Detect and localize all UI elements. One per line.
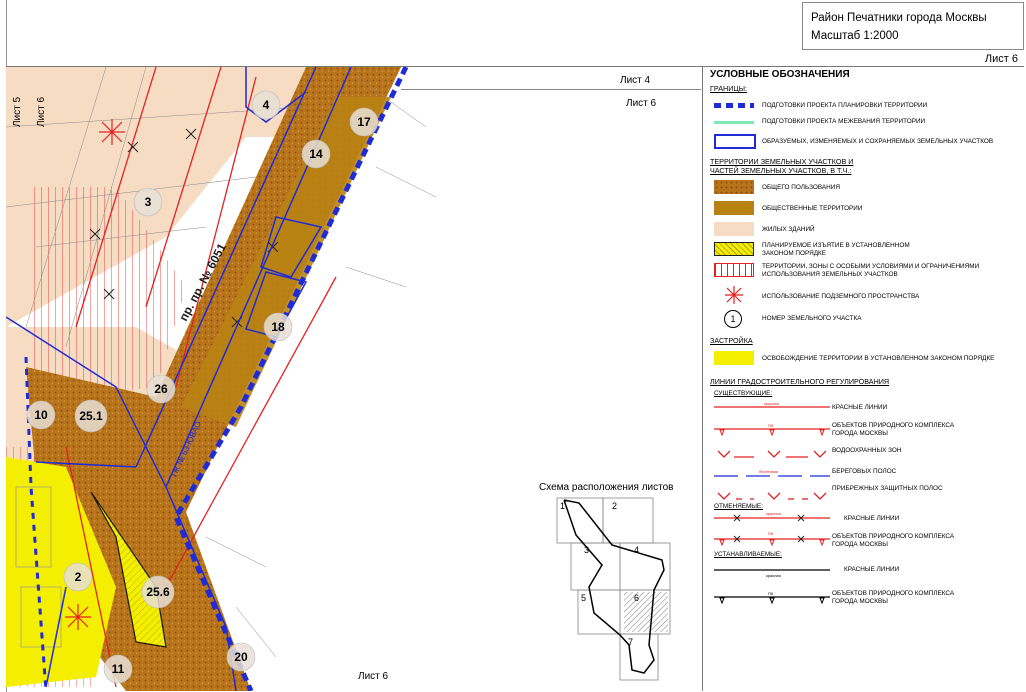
scheme-cell-3: 3 (584, 545, 589, 555)
legend-s1: КРАСНЫЕ ЛИНИИ (844, 566, 900, 573)
legend-e2b: ГОРОДА МОСКВЫ (832, 430, 888, 437)
legend-parcel-boundary-symbol (714, 134, 756, 149)
svg-text:17: 17 (357, 115, 371, 129)
parcel-number-25-1[interactable]: 25.1 (74, 399, 108, 433)
legend-bu1: ОСВОБОЖДЕНИЕ ТЕРРИТОРИИ В УСТАНОВЛЕННОМ … (762, 355, 995, 362)
legend-sym-coast: береговая (759, 469, 778, 474)
parcel-number-4[interactable]: 4 (251, 90, 281, 120)
legend-t4b: ЗАКОНОМ ПОРЯДКЕ (762, 250, 827, 257)
legend-t5b: ИСПОЛЬЗОВАНИЯ ЗЕМЕЛЬНЫХ УЧАСТКОВ (762, 271, 898, 278)
legend-sym-pk-3: ПК (768, 591, 774, 596)
legend-c2a: ОБЪЕКТОВ ПРИРОДНОГО КОМПЛЕКСА (832, 533, 955, 540)
legend-established-lines (714, 569, 830, 605)
legend-e3: ВОДООХРАННЫХ ЗОН (832, 447, 902, 454)
legend-public-territory-swatch (714, 201, 754, 215)
legend-t5a: ТЕРРИТОРИИ, ЗОНЫ С ОСОБЫМИ УСЛОВИЯМИ И О… (762, 263, 980, 270)
parcel-number-3[interactable]: 3 (133, 187, 163, 217)
legend-t3: ЖИЛЫХ ЗДАНИЙ (762, 226, 815, 233)
legend-lines-title: ЛИНИИ ГРАДОСТРОИТЕЛЬНОГО РЕГУЛИРОВАНИЯ (710, 377, 890, 386)
scheme-cell-7: 7 (628, 637, 633, 647)
legend-seizure-swatch (714, 242, 754, 256)
sheet-label-left-a: Лист 5 (12, 96, 23, 127)
legend-s2b: ГОРОДА МОСКВЫ (832, 598, 888, 605)
svg-text:25.6: 25.6 (146, 585, 170, 599)
sheet-label-bottom: Лист 6 (358, 671, 389, 682)
sheet-label-top-a: Лист 4 (620, 75, 651, 86)
legend-panel: УСЛОВНЫЕ ОБОЗНАЧЕНИЯ ГРАНИЦЫ: ПОДГОТОВКИ… (704, 67, 1024, 691)
svg-text:14: 14 (309, 147, 323, 161)
sheet-label-left-b: Лист 6 (36, 96, 47, 127)
svg-text:4: 4 (263, 98, 270, 112)
scheme-cell-1: 1 (560, 501, 565, 511)
parcel-number-10[interactable]: 10 (26, 400, 56, 430)
legend-parcel-number-symbol: 1 (724, 310, 742, 328)
legend-c2b: ГОРОДА МОСКВЫ (832, 541, 888, 548)
svg-text:11: 11 (112, 662, 125, 676)
sheet-label-top-b: Лист 6 (626, 98, 657, 109)
sheet-divider-top (401, 89, 701, 90)
parcel-number-26[interactable]: 26 (146, 374, 176, 404)
district-title: Район Печатники города Москвы (811, 12, 987, 24)
legend-territories-title-1: ТЕРРИТОРИИ ЗЕМЕЛЬНЫХ УЧАСТКОВ И (710, 157, 854, 166)
svg-text:2: 2 (75, 570, 82, 584)
parcel-number-20[interactable]: 20 (226, 642, 256, 672)
legend-territories-title-2: ЧАСТЕЙ ЗЕМЕЛЬНЫХ УЧАСТКОВ, В Т.Ч.: (710, 166, 852, 175)
parcel-number-17[interactable]: 17 (349, 107, 379, 137)
legend-survey-boundary-symbol (714, 121, 754, 124)
legend-sym-red-1: красная (764, 401, 779, 406)
title-box: Район Печатники города Москвы Масштаб 1:… (802, 2, 1024, 50)
legend-e1: КРАСНЫЕ ЛИНИИ (832, 404, 888, 411)
legend-established: УСТАНАВЛИВАЕМЫЕ: (714, 551, 782, 558)
scale-label: Масштаб 1:2000 (811, 30, 899, 42)
legend-e5: ПРИБРЕЖНЫХ ЗАЩИТНЫХ ПОЛОС (832, 485, 943, 492)
scheme-title: Схема расположения листов (539, 482, 674, 493)
legend-t1: ОБЩЕГО ПОЛЬЗОВАНИЯ (762, 184, 840, 191)
legend-build-title: ЗАСТРОЙКА (710, 336, 753, 345)
map-area[interactable]: пр. пр. № 6051 ПК № 63-ЮВАО 4 17 14 3 18 26 10… (6, 67, 703, 691)
legend-b1: ПОДГОТОВКИ ПРОЕКТА ПЛАНИРОВКИ ТЕРРИТОРИИ (762, 102, 928, 109)
legend-b3: ОБРАЗУЕМЫХ, ИЗМЕНЯЕМЫХ И СОХРАНЯЕМЫХ ЗЕМ… (762, 138, 994, 145)
legend-public-use-swatch (714, 180, 754, 194)
svg-text:26: 26 (154, 382, 168, 396)
scheme-cell-5: 5 (581, 593, 586, 603)
legend-title: УСЛОВНЫЕ ОБОЗНАЧЕНИЯ (710, 69, 850, 80)
legend-e2a: ОБЪЕКТОВ ПРИРОДНОГО КОМПЛЕКСА (832, 422, 955, 429)
legend-e4: БЕРЕГОВЫХ ПОЛОС (832, 468, 897, 475)
parcel-number-18[interactable]: 18 (263, 312, 293, 342)
sheet-number: Лист 6 (984, 53, 1018, 65)
legend-existing: СУЩЕСТВУЮЩИЕ: (714, 390, 773, 397)
legend-restrictions-swatch (714, 263, 754, 277)
svg-text:20: 20 (234, 650, 248, 664)
scheme-cell-6: 6 (634, 593, 639, 603)
legend-release-swatch (714, 351, 754, 365)
scheme-cell-4: 4 (634, 545, 639, 555)
legend-t6: ИСПОЛЬЗОВАНИЕ ПОДЗЕМНОГО ПРОСТРАНСТВА (762, 293, 920, 300)
legend-t7: НОМЕР ЗЕМЕЛЬНОГО УЧАСТКА (762, 315, 862, 322)
legend-residential-swatch (714, 222, 754, 236)
legend-cancelled: ОТМЕНЯЕМЫЕ: (714, 503, 763, 510)
legend-t2: ОБЩЕСТВЕННЫЕ ТЕРРИТОРИИ (762, 205, 863, 212)
underground-space-icon (725, 286, 743, 304)
svg-text:3: 3 (145, 195, 152, 209)
parcel-number-2[interactable]: 2 (63, 562, 93, 592)
legend-s2a: ОБЪЕКТОВ ПРИРОДНОГО КОМПЛЕКСА (832, 590, 955, 597)
legend-sym-pk-1: ПК (768, 423, 774, 428)
parcel-number-11[interactable]: 11 (103, 654, 133, 684)
svg-text:10: 10 (34, 408, 48, 422)
legend-t4a: ПЛАНИРУЕМОЕ ИЗЪЯТИЕ В УСТАНОВЛЕННОМ (762, 242, 910, 249)
parcel-number-25-6[interactable]: 25.6 (141, 575, 175, 609)
legend-sym-red-2: красная (766, 511, 781, 516)
sheet-scheme[interactable]: 1 2 3 4 5 6 7 (554, 495, 672, 685)
legend-planning-boundary-symbol (714, 103, 754, 108)
svg-text:18: 18 (271, 320, 285, 334)
legend-c1: КРАСНЫЕ ЛИНИИ (844, 515, 900, 522)
svg-text:25.1: 25.1 (79, 409, 103, 423)
legend-b2: ПОДГОТОВКИ ПРОЕКТА МЕЖЕВАНИЯ ТЕРРИТОРИИ (762, 118, 926, 125)
legend-boundaries-title: ГРАНИЦЫ: (710, 84, 748, 93)
legend-sym-red-3: красная (766, 573, 781, 578)
parcel-number-14[interactable]: 14 (301, 139, 331, 169)
scheme-cell-2: 2 (612, 501, 617, 511)
legend-sym-pk-2: ПК (768, 531, 774, 536)
